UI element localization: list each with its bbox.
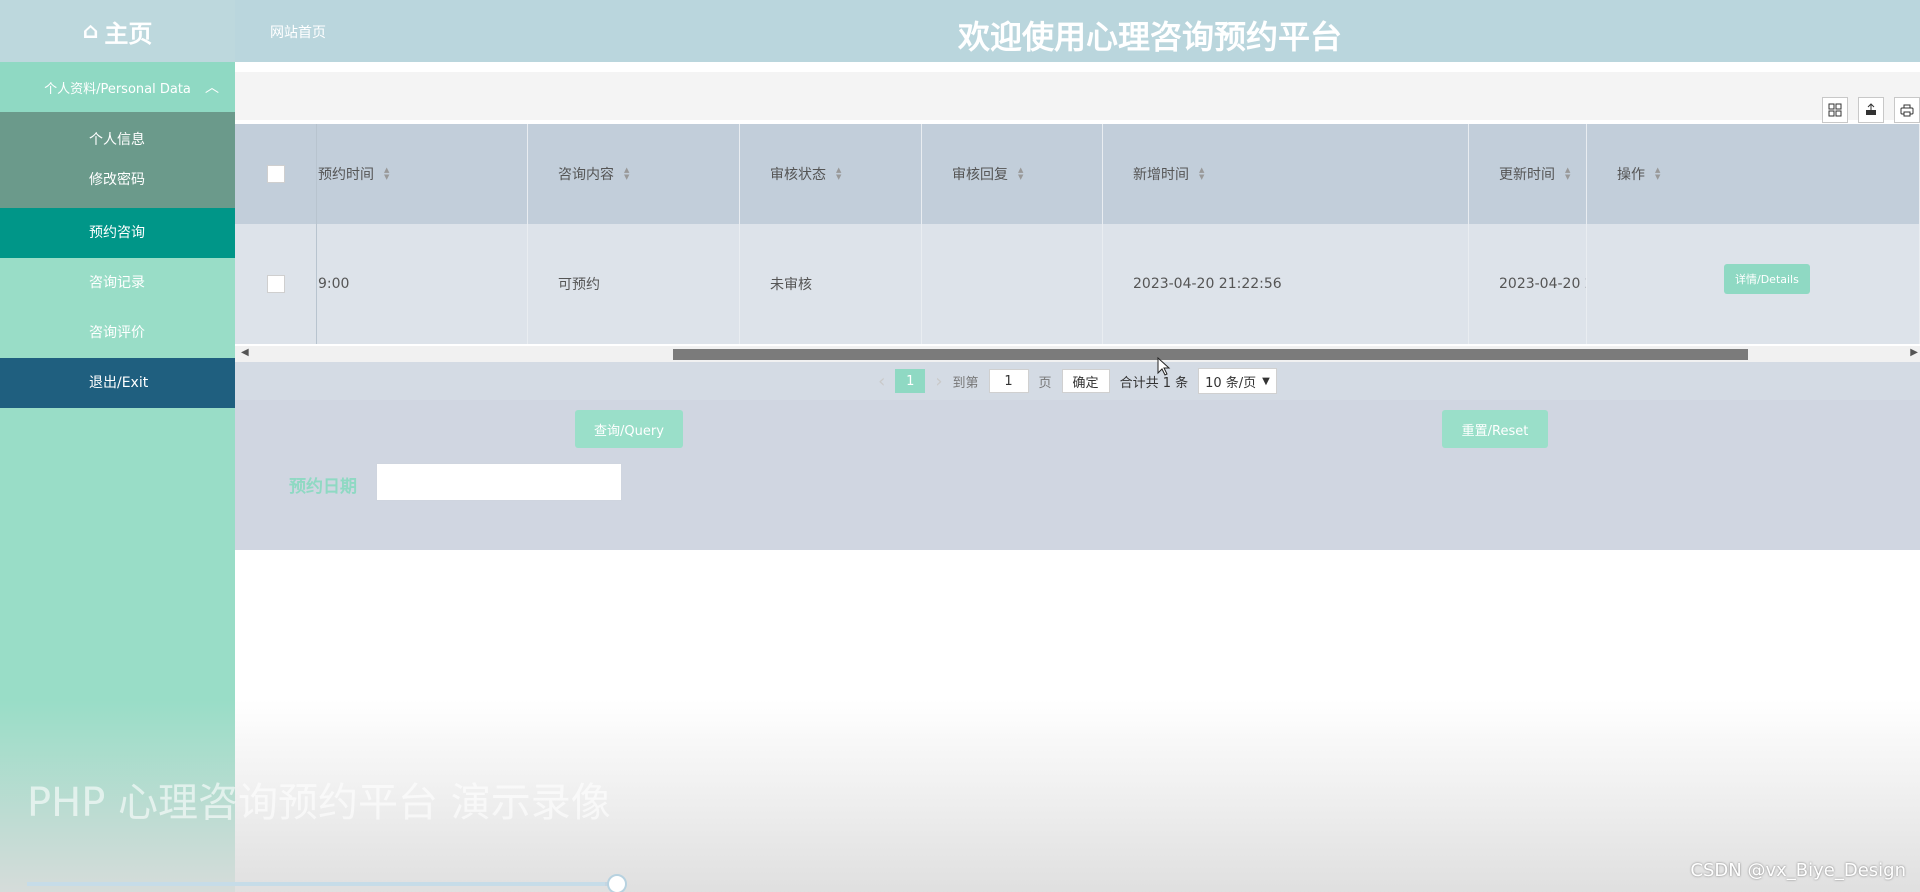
- column-header[interactable]: 审核回复 ▲ ▼: [922, 124, 1103, 224]
- date-input[interactable]: [376, 463, 622, 501]
- home-icon: ⌂: [82, 18, 99, 44]
- horizontal-scrollbar[interactable]: ◀ ▶: [235, 346, 1920, 362]
- sidebar-item-exit[interactable]: 退出/Exit: [0, 358, 235, 408]
- sort-icon: ▲ ▼: [384, 166, 390, 181]
- table-cell: [922, 224, 1103, 344]
- scroll-left-icon[interactable]: ◀: [241, 347, 249, 358]
- column-label: 审核状态: [770, 167, 826, 183]
- query-button[interactable]: 查询/Query: [575, 410, 683, 448]
- column-label: 预约时间: [318, 167, 374, 183]
- table-cell: 2023-04-20 21: [1469, 224, 1587, 344]
- column-label: 操作: [1617, 167, 1645, 183]
- column-header[interactable]: 审核状态 ▲ ▼: [740, 124, 922, 224]
- search-panel: 查询/Query 重置/Reset 预约日期: [235, 400, 1920, 550]
- columns-icon[interactable]: [1822, 97, 1848, 123]
- date-label: 预约日期: [289, 477, 357, 497]
- home-label: 主页: [104, 19, 153, 48]
- sort-icon: ▲ ▼: [624, 166, 630, 181]
- column-header[interactable]: 操作 ▲ ▼: [1587, 124, 1920, 224]
- export-icon[interactable]: [1858, 97, 1884, 123]
- page-size-select[interactable]: 10 条/页 ▼: [1198, 368, 1277, 394]
- sort-icon: ▲ ▼: [1565, 166, 1571, 181]
- sidebar-group-personal-data[interactable]: 个人资料/Personal Data ︿: [0, 62, 235, 112]
- table-row: 9:00 可预约 未审核 2023-04-20 21:22:56 2023-04…: [235, 224, 1920, 344]
- sidebar: 个人资料/Personal Data ︿ 个人信息 修改密码 预约咨询 咨询记录…: [0, 62, 235, 892]
- next-page-icon[interactable]: ›: [935, 371, 942, 392]
- sidebar-item-reviews[interactable]: 咨询评价: [0, 308, 235, 358]
- row-checkbox-cell: [235, 224, 317, 344]
- toolbar-area: [235, 72, 1920, 123]
- page-title: 欢迎使用心理咨询预约平台: [957, 18, 1342, 56]
- video-progress-bar[interactable]: [27, 882, 617, 886]
- video-watermark: PHP 心理咨询预约平台 演示录像: [27, 780, 611, 826]
- table-cell: 可预约: [528, 224, 740, 344]
- goto-confirm-button[interactable]: 确定: [1061, 369, 1110, 393]
- column-label: 更新时间: [1499, 167, 1555, 183]
- page-size-value: 10 条/页: [1205, 375, 1257, 391]
- table-cell-actions: 详情/Details: [1587, 224, 1920, 344]
- sidebar-item-records[interactable]: 咨询记录: [0, 258, 235, 308]
- chevron-up-icon: ︿: [205, 80, 219, 96]
- goto-label: 到第: [952, 375, 979, 391]
- sidebar-item-personal-info[interactable]: 个人信息: [0, 120, 235, 160]
- total-count: 合计共 1 条: [1119, 375, 1189, 391]
- home-link[interactable]: ⌂ 主页: [0, 0, 235, 62]
- table-cell: 2023-04-20 21:22:56: [1103, 224, 1469, 344]
- column-header[interactable]: 新增时间 ▲ ▼: [1103, 124, 1469, 224]
- column-header[interactable]: 预约时间 ▲ ▼: [317, 124, 528, 224]
- video-progress-knob[interactable]: [607, 874, 627, 892]
- sort-icon: ▲ ▼: [1655, 166, 1661, 181]
- current-page[interactable]: 1: [895, 369, 926, 393]
- pagination: ‹ 1 › 到第 1 页 确定 合计共 1 条 10 条/页 ▼: [235, 362, 1920, 400]
- column-label: 咨询内容: [558, 167, 614, 183]
- sidebar-group-label: 个人资料/Personal Data: [44, 81, 191, 97]
- video-progress-fill: [27, 882, 606, 886]
- sort-icon: ▲ ▼: [1018, 166, 1024, 181]
- sort-icon: ▲ ▼: [836, 166, 842, 181]
- sort-icon: ▲ ▼: [1199, 166, 1205, 181]
- sidebar-submenu: 个人信息 修改密码: [0, 112, 235, 208]
- prev-page-icon[interactable]: ‹: [878, 371, 885, 392]
- table-cell: 未审核: [740, 224, 922, 344]
- column-header[interactable]: 咨询内容 ▲ ▼: [528, 124, 740, 224]
- column-label: 新增时间: [1133, 167, 1189, 183]
- goto-page-input[interactable]: 1: [988, 369, 1029, 393]
- table-toolbar: [1822, 97, 1920, 123]
- sidebar-item-appointment[interactable]: 预约咨询: [0, 208, 235, 258]
- scrollbar-thumb[interactable]: [673, 349, 1748, 360]
- row-checkbox[interactable]: [266, 275, 285, 293]
- table-cell: 9:00: [317, 224, 528, 344]
- print-icon[interactable]: [1894, 97, 1920, 123]
- appointment-table: 预约时间 ▲ ▼ 咨询内容 ▲ ▼ 审核状态 ▲ ▼ 审核回复 ▲ ▼ 新增时间 ▲ ▼ 更新时间 ▲…: [235, 124, 1920, 344]
- scroll-right-icon[interactable]: ▶: [1910, 347, 1918, 358]
- credit-text: CSDN @vx_Biye_Design: [1690, 860, 1906, 881]
- column-label: 审核回复: [952, 167, 1008, 183]
- details-button[interactable]: 详情/Details: [1724, 264, 1810, 294]
- mouse-cursor-icon: [1157, 357, 1171, 376]
- chevron-down-icon: ▼: [1262, 375, 1270, 387]
- sidebar-item-change-password[interactable]: 修改密码: [0, 160, 235, 200]
- page-unit-label: 页: [1038, 375, 1052, 391]
- table-header: 预约时间 ▲ ▼ 咨询内容 ▲ ▼ 审核状态 ▲ ▼ 审核回复 ▲ ▼ 新增时间 ▲ ▼ 更新时间 ▲…: [235, 124, 1920, 224]
- top-header: ⌂ 主页 网站首页 欢迎使用心理咨询预约平台: [0, 0, 1920, 62]
- reset-button[interactable]: 重置/Reset: [1442, 410, 1548, 448]
- column-header[interactable]: 更新时间 ▲ ▼: [1469, 124, 1587, 224]
- select-all-checkbox[interactable]: [266, 165, 285, 183]
- header-checkbox-cell: [235, 124, 317, 224]
- main-content: 预约时间 ▲ ▼ 咨询内容 ▲ ▼ 审核状态 ▲ ▼ 审核回复 ▲ ▼ 新增时间 ▲ ▼ 更新时间 ▲…: [235, 62, 1920, 892]
